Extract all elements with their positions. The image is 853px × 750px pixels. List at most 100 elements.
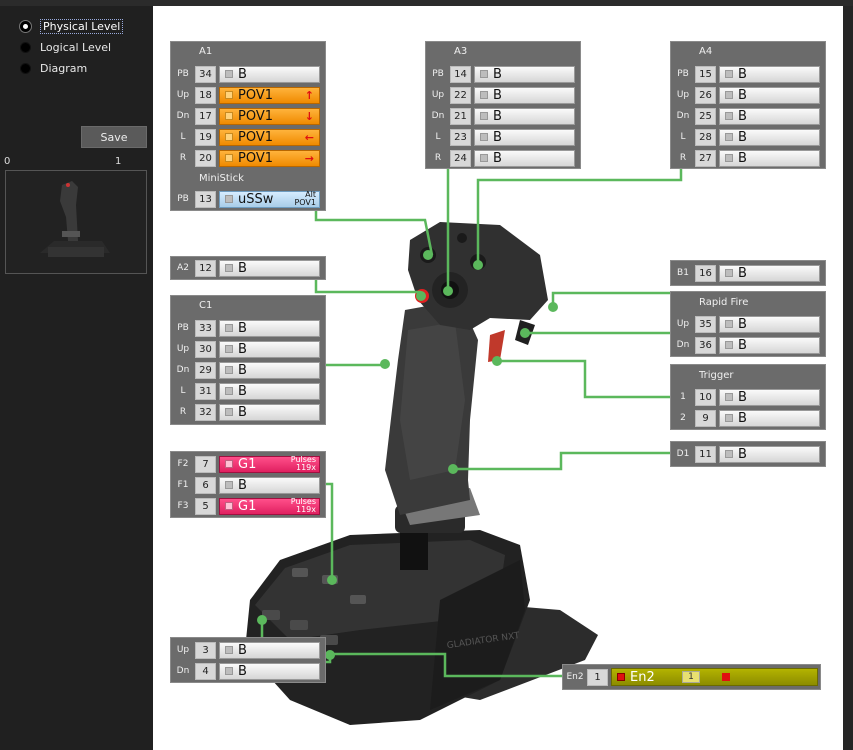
button-number[interactable]: 6 [195,476,216,494]
assignment-button[interactable]: B [719,86,820,104]
encoder-assignment-button[interactable]: En2 1 [611,668,818,686]
encoder-badge: 1 [682,671,700,683]
pulse-assignment-button[interactable]: G1 Pulses 119x [219,455,320,473]
assignment-button[interactable]: B [719,128,820,146]
assignment-button[interactable]: B [719,409,820,427]
button-number[interactable]: 26 [695,86,716,104]
a1-row-up: Up 18 POV1 ↑ [171,86,320,104]
assignment-button[interactable]: B [219,476,320,494]
button-number[interactable]: 11 [695,445,716,463]
pov-assignment-button[interactable]: POV1 ↓ [219,107,320,125]
button-number[interactable]: 31 [195,382,216,400]
assignment-button[interactable]: B [474,65,575,83]
button-number[interactable]: 36 [695,336,716,354]
a3-row-dn: Dn 21 B [426,107,575,125]
assignment-button[interactable]: B [219,403,320,421]
f-buttons-panel: F2 7 G1 Pulses 119x F1 6 B F3 5 G1 Pulses 11… [170,451,326,518]
assignment-text: B [738,337,747,353]
button-number[interactable]: 24 [450,149,471,167]
row-label: Dn [676,340,690,350]
pulse-line-2: 119x [295,504,316,514]
assignment-button[interactable]: B [719,107,820,125]
button-number[interactable]: 4 [195,662,216,680]
assignment-modifier: Alt POV1 [294,190,316,207]
button-number[interactable]: 35 [695,315,716,333]
assignment-button[interactable]: B [719,388,820,406]
assignment-button[interactable]: B [219,641,320,659]
arrow-right-icon: → [304,151,314,165]
button-number[interactable]: 15 [695,65,716,83]
assignment-button[interactable]: B [219,361,320,379]
assignment-button[interactable]: B [474,128,575,146]
assignment-button[interactable]: B [219,382,320,400]
row-label: A2 [177,263,189,273]
led-icon [725,414,733,422]
button-number[interactable]: 3 [195,641,216,659]
c1-row-up: Up 30 B [171,340,320,358]
button-number[interactable]: 9 [695,409,716,427]
led-icon [725,70,733,78]
button-number[interactable]: 30 [195,340,216,358]
assignment-button[interactable]: B [719,149,820,167]
a3-row-r: R 24 B [426,149,575,167]
row-label: PB [177,69,189,79]
led-icon [725,450,733,458]
pov-assignment-button[interactable]: POV1 → [219,149,320,167]
button-number[interactable]: 22 [450,86,471,104]
assignment-button[interactable]: B [719,336,820,354]
pov-assignment-button[interactable]: POV1 ↑ [219,86,320,104]
button-number[interactable]: 32 [195,403,216,421]
pulse-assignment-button[interactable]: G1 Pulses 119x [219,497,320,515]
button-number[interactable]: 19 [195,128,216,146]
button-number[interactable]: 23 [450,128,471,146]
assignment-button[interactable]: B [719,264,820,282]
led-icon [225,195,233,203]
assignment-button[interactable]: B [219,662,320,680]
assignment-button[interactable]: B [474,149,575,167]
assignment-text: uSSw [238,191,274,207]
led-icon [225,324,233,332]
assignment-button[interactable]: B [719,65,820,83]
button-number[interactable]: 34 [195,65,216,83]
button-number[interactable]: 20 [195,149,216,167]
button-number[interactable]: 18 [195,86,216,104]
assignment-text: POV1 [238,108,274,124]
button-number[interactable]: 12 [195,259,216,277]
button-number[interactable]: 14 [450,65,471,83]
button-number[interactable]: 27 [695,149,716,167]
led-icon [225,408,233,416]
button-number[interactable]: 25 [695,107,716,125]
assignment-button[interactable]: B [719,445,820,463]
button-number[interactable]: 28 [695,128,716,146]
assignment-button[interactable]: B [219,319,320,337]
assignment-text: B [493,129,502,145]
button-number[interactable]: 5 [195,497,216,515]
en2-row: En2 1 En2 1 [563,668,818,686]
b1-button-panel: B1 16 B [670,260,826,286]
button-number[interactable]: 16 [695,264,716,282]
assignment-button[interactable]: B [219,259,320,277]
button-number[interactable]: 7 [195,455,216,473]
assignment-button[interactable]: B [474,86,575,104]
assignment-button[interactable]: B [474,107,575,125]
a3-row-l: L 23 B [426,128,575,146]
ministick-assignment-button[interactable]: uSSw Alt POV1 [219,190,320,208]
button-number[interactable]: 21 [450,107,471,125]
assignment-button[interactable]: B [219,65,320,83]
row-label: R [179,407,187,417]
pov-assignment-button[interactable]: POV1 ← [219,128,320,146]
assignment-text: B [238,320,247,336]
row-label: PB [677,69,689,79]
button-number[interactable]: 29 [195,361,216,379]
row-label: Dn [176,111,190,121]
assignment-button[interactable]: B [219,340,320,358]
assignment-text: B [493,66,502,82]
button-number[interactable]: 33 [195,319,216,337]
button-number[interactable]: 10 [695,388,716,406]
button-number[interactable]: 1 [587,668,608,686]
button-number[interactable]: 17 [195,107,216,125]
button-number[interactable]: 13 [195,190,216,208]
assignment-button[interactable]: B [719,315,820,333]
row-label: PB [177,194,189,204]
led-icon [225,366,233,374]
